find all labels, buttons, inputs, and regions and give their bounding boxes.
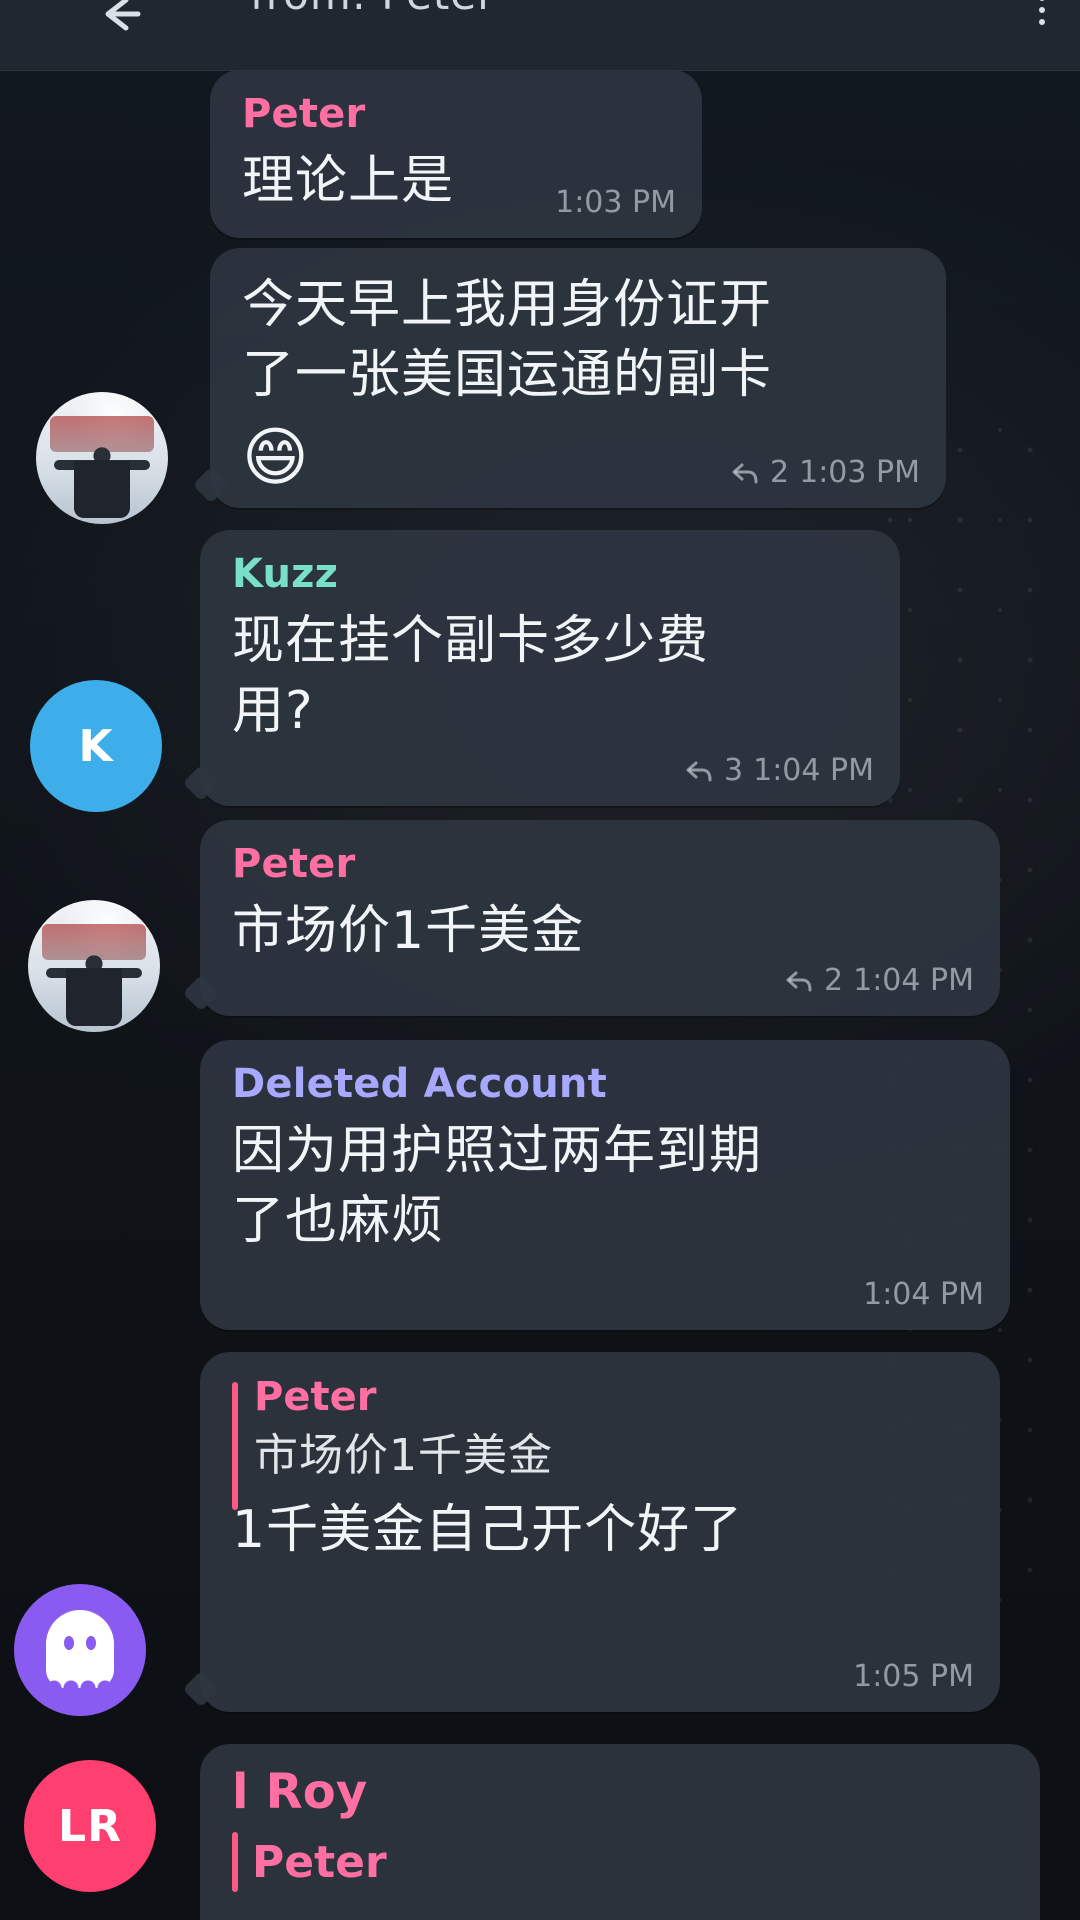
avatar-photo-arms bbox=[54, 460, 150, 470]
message-time: 1:05 PM bbox=[853, 1659, 974, 1694]
message-text: 1千美金自己开个好了 bbox=[232, 1500, 744, 1560]
reply-quote-text: 市场价1千美金 bbox=[254, 1430, 553, 1481]
message-bubble[interactable]: Peter 市场价1千美金 2 1:04 PM bbox=[200, 820, 1000, 1016]
message-time: 1:04 PM bbox=[853, 963, 974, 998]
message-meta: 2 1:03 PM bbox=[730, 455, 920, 490]
message-bubble[interactable]: 今天早上我用身份证开 了一张美国运通的副卡 😄 2 1:03 PM bbox=[210, 248, 946, 508]
message-text-line-1: 因为用护照过两年到期 bbox=[232, 1121, 763, 1181]
avatar-peter-photo[interactable] bbox=[28, 900, 160, 1032]
message-meta: 1:05 PM bbox=[853, 1659, 974, 1694]
reply-preview-sender: Peter bbox=[252, 1836, 387, 1888]
avatar-initials: LR bbox=[58, 1800, 122, 1852]
message-time: 1:04 PM bbox=[753, 753, 874, 788]
message-text: 市场价1千美金 bbox=[232, 901, 585, 961]
message-emoji: 😄 bbox=[242, 421, 309, 495]
avatar-k[interactable]: K bbox=[30, 680, 162, 812]
avatar-lr[interactable]: LR bbox=[24, 1760, 156, 1892]
reply-count: 2 bbox=[770, 455, 790, 490]
message-meta: 1:03 PM bbox=[555, 185, 676, 220]
ghost-icon bbox=[46, 1610, 114, 1696]
avatar-initial: K bbox=[78, 720, 114, 772]
avatar-photo-person bbox=[74, 444, 130, 518]
message-text-line-2: 了也麻烦 bbox=[232, 1191, 445, 1252]
message-time: 1:04 PM bbox=[863, 1277, 984, 1312]
message-time: 1:03 PM bbox=[555, 185, 676, 220]
message-text-line-2: 用? bbox=[232, 681, 314, 742]
message-text-line-1: 现在挂个副卡多少费 bbox=[232, 611, 710, 671]
message-sender: Deleted Account bbox=[232, 1061, 607, 1107]
message-sender: Peter bbox=[242, 91, 366, 137]
message-text-line-2: 了一张美国运通的副卡 bbox=[242, 345, 773, 406]
avatar-photo-person bbox=[66, 952, 122, 1026]
reply-count: 2 bbox=[824, 963, 844, 998]
message-list[interactable]: Peter 理论上是 1:03 PM 今天早上我用身份证开 了一张美国运通的副卡… bbox=[0, 0, 1080, 1920]
avatar-ghost[interactable] bbox=[14, 1584, 146, 1716]
reply-quote-bar bbox=[232, 1382, 238, 1510]
message-meta: 2 1:04 PM bbox=[784, 963, 974, 998]
message-bubble[interactable]: Peter 理论上是 1:03 PM bbox=[210, 70, 702, 238]
avatar-photo-arms bbox=[46, 968, 142, 978]
message-sender: l Roy bbox=[232, 1764, 368, 1820]
message-text-line-1: 今天早上我用身份证开 bbox=[242, 275, 773, 335]
reply-quote[interactable]: Peter 市场价1千美金 bbox=[232, 1374, 968, 1510]
reply-preview-bar bbox=[232, 1832, 238, 1892]
reply-quote-sender: Peter bbox=[254, 1374, 377, 1420]
message-bubble[interactable]: Peter 市场价1千美金 1千美金自己开个好了 1:05 PM bbox=[200, 1352, 1000, 1712]
message-bubble[interactable]: Deleted Account 因为用护照过两年到期 了也麻烦 1:04 PM bbox=[200, 1040, 1010, 1330]
message-time: 1:03 PM bbox=[799, 455, 920, 490]
message-meta: 1:04 PM bbox=[863, 1277, 984, 1312]
reply-count: 3 bbox=[724, 753, 744, 788]
message-bubble[interactable]: Kuzz 现在挂个副卡多少费 用? 3 1:04 PM bbox=[200, 530, 900, 806]
reply-arrow-icon bbox=[786, 971, 812, 991]
message-bubble-partial[interactable]: l Roy Peter bbox=[200, 1744, 1040, 1920]
message-meta: 3 1:04 PM bbox=[684, 753, 874, 788]
message-sender: Peter bbox=[232, 841, 356, 887]
reply-arrow-icon bbox=[732, 463, 758, 483]
reply-arrow-icon bbox=[686, 761, 712, 781]
reply-preview: Peter bbox=[232, 1832, 387, 1892]
message-sender: Kuzz bbox=[232, 551, 339, 597]
telegram-chat-screen: from: Peter Peter 理论上是 1:03 PM 今天早上我用身份证… bbox=[0, 0, 1080, 1920]
avatar-peter-photo[interactable] bbox=[36, 392, 168, 524]
